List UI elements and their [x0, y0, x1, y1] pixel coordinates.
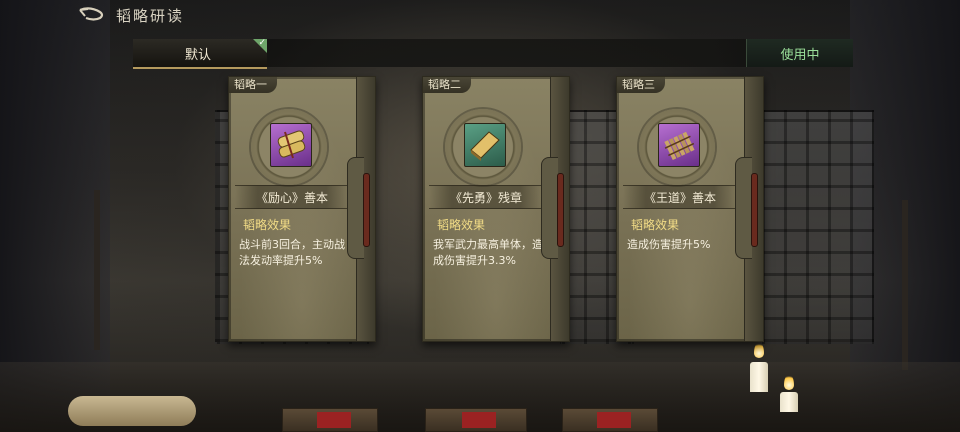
- in-use-button[interactable]: 使用中: [746, 39, 853, 67]
- in-use-label: 使用中: [780, 48, 820, 63]
- card-spine: [347, 77, 375, 341]
- effect-label: 韬略效果: [437, 218, 486, 232]
- item-name: 《先勇》残章: [449, 191, 522, 205]
- item-ring: [639, 109, 715, 185]
- card-tab-label: 韬略三: [617, 77, 665, 93]
- candelabra-left: [94, 190, 100, 350]
- item-name: 《励心》善本: [255, 191, 328, 205]
- table-book-3: [562, 408, 658, 432]
- candle-flame-left: [754, 342, 764, 358]
- item-name-plate: 《励心》善本: [235, 185, 349, 209]
- card-tab-label: 韬略一: [229, 77, 277, 93]
- strategy-card-3[interactable]: 韬略三 《王道》善本 韬略效果 造成伤害提升5%: [616, 76, 764, 342]
- strategy-card-1[interactable]: 韬略一 《励心》善本 韬略效果 战斗前3回合，主动战法发动率提升5%: [228, 76, 376, 342]
- candelabra-right: [902, 200, 908, 370]
- candle-flame-right: [784, 374, 794, 390]
- effect-label: 韬略效果: [631, 218, 680, 232]
- item-ring: [445, 109, 521, 185]
- tab-default[interactable]: 默认 ✓: [133, 38, 267, 69]
- strategy-card-2[interactable]: 韬略二 《先勇》残章 韬略效果 我军武力最高单体，造成伤害提升3.3%: [422, 76, 570, 342]
- candle-left: [750, 362, 768, 392]
- closed-book-icon: [464, 123, 506, 167]
- candle-right: [780, 392, 798, 412]
- table-book-1: [282, 408, 378, 432]
- card-spine: [735, 77, 763, 341]
- rolled-scroll: [68, 396, 196, 426]
- bamboo-slips-icon: [658, 123, 700, 167]
- item-name-plate: 《先勇》残章: [429, 185, 543, 209]
- page-title: 韬略研读: [116, 7, 185, 25]
- item-name: 《王道》善本: [643, 191, 716, 205]
- effect-description: 战斗前3回合，主动战法发动率提升5%: [239, 238, 345, 267]
- card-spine: [541, 77, 569, 341]
- item-name-plate: 《王道》善本: [623, 185, 737, 209]
- effect-description: 我军武力最高单体，造成伤害提升3.3%: [433, 238, 543, 267]
- loadout-tab-strip: 默认 ✓ 使用中: [133, 38, 853, 69]
- card-tab-label: 韬略二: [423, 77, 471, 93]
- tab-default-label: 默认: [185, 48, 212, 63]
- table-book-2: [425, 408, 527, 432]
- background-window-right: [760, 110, 874, 344]
- effect-description: 造成伤害提升5%: [627, 238, 711, 251]
- item-ring: [251, 109, 327, 185]
- title-bar: 韬略研读: [0, 0, 960, 30]
- check-icon: ✓: [258, 38, 266, 48]
- bound-scrolls-icon: [270, 123, 312, 167]
- back-arrow-icon[interactable]: [76, 6, 106, 24]
- effect-label: 韬略效果: [243, 218, 292, 232]
